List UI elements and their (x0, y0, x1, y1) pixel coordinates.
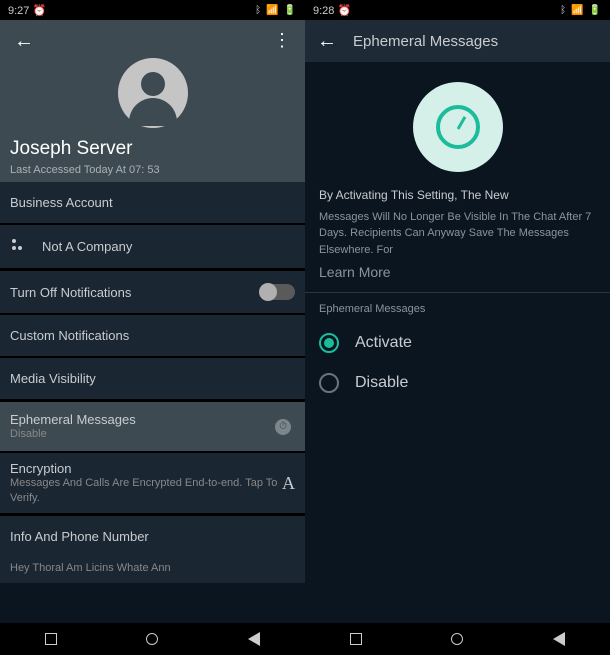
profile-header: ← ⋮ Joseph Server Last Accessed Today At… (0, 20, 305, 182)
profile-name: Joseph Server (0, 136, 143, 162)
battery-icon: 🔋 (284, 5, 297, 16)
notifications-toggle[interactable] (261, 284, 295, 300)
desc-body: Messages Will No Longer Be Visible In Th… (305, 209, 610, 263)
bluetooth-icon: ᛒ (560, 5, 567, 16)
status-left: 9:28 ⏰ (313, 4, 351, 17)
business-account-label: Business Account (0, 182, 305, 223)
alarm-icon: ⏰ (32, 5, 46, 17)
nav-back-button[interactable] (248, 632, 260, 646)
ephemeral-title: Ephemeral Messages (10, 412, 295, 427)
nav-back-button[interactable] (553, 632, 565, 646)
signal-icon: 📶 (266, 5, 279, 16)
status-right: ᛒ 📶 🔋 (560, 5, 602, 16)
bluetooth-icon: ᛒ (255, 5, 262, 16)
timer-icon: ⏱ (275, 419, 291, 435)
learn-more-link[interactable]: Learn More (305, 262, 610, 292)
media-visibility-row[interactable]: Media Visibility (0, 358, 305, 399)
nav-recent-button[interactable] (45, 633, 57, 645)
ephemeral-settings-screen: 9:28 ⏰ ᛒ 📶 🔋 ← Ephemeral Messages By Act… (305, 0, 610, 655)
radio-disable-label: Disable (355, 374, 408, 392)
desc-header: By Activating This Setting, The New (319, 188, 509, 202)
avatar-icon[interactable] (118, 58, 188, 128)
custom-notifications-row[interactable]: Custom Notifications (0, 315, 305, 356)
radio-activate[interactable]: Activate (305, 323, 610, 363)
turn-off-notifications-row[interactable]: Turn Off Notifications (0, 271, 305, 313)
lock-icon: A (282, 473, 295, 494)
encryption-title: Encryption (10, 461, 282, 476)
status-time: 9:27 (8, 5, 29, 17)
encryption-sub: Messages And Calls Are Encrypted End-to-… (10, 476, 282, 505)
battery-icon: 🔋 (589, 5, 602, 16)
back-button[interactable]: ← (317, 30, 337, 53)
status-bar: 9:27 ⏰ ᛒ 📶 🔋 (0, 0, 305, 20)
status-right: ᛒ 📶 🔋 (255, 5, 297, 16)
description-block: By Activating This Setting, The New Mess… (305, 186, 610, 292)
nav-recent-button[interactable] (350, 633, 362, 645)
page-title: Ephemeral Messages (353, 33, 498, 50)
nav-bar (305, 623, 610, 655)
nav-home-button[interactable] (146, 633, 158, 645)
info-phone-label: Info And Phone Number (0, 516, 305, 557)
status-bar: 9:28 ⏰ ᛒ 📶 🔋 (305, 0, 610, 20)
encryption-row[interactable]: Encryption Messages And Calls Are Encryp… (0, 453, 305, 513)
radio-section-label: Ephemeral Messages (305, 293, 610, 323)
radio-icon-unselected (319, 373, 339, 393)
ephemeral-messages-row[interactable]: Ephemeral Messages Disable ⏱ (0, 402, 305, 451)
signal-icon: 📶 (571, 5, 584, 16)
not-company-text: Not A Company (42, 239, 132, 254)
not-company-row[interactable]: Not A Company (0, 225, 305, 268)
radio-activate-label: Activate (355, 334, 412, 352)
timer-circle-icon (413, 82, 503, 172)
company-icon (10, 238, 34, 255)
last-accessed: Last Accessed Today At 07: 53 (0, 162, 170, 178)
contact-info-screen: 9:27 ⏰ ᛒ 📶 🔋 ← ⋮ Joseph Server Last Acce… (0, 0, 305, 655)
status-left: 9:27 ⏰ (8, 4, 46, 17)
timer-illustration (305, 62, 610, 186)
nav-bar (0, 623, 305, 655)
media-visibility-label: Media Visibility (10, 371, 96, 386)
header-bar: ← Ephemeral Messages (305, 20, 610, 62)
about-row[interactable]: Hey Thoral Am Licins Whate Ann (0, 557, 305, 583)
alarm-icon: ⏰ (337, 5, 351, 17)
ephemeral-status: Disable (10, 427, 295, 441)
radio-icon-selected (319, 333, 339, 353)
about-text: Hey Thoral Am Licins Whate Ann (10, 561, 171, 575)
status-time: 9:28 (313, 5, 334, 17)
nav-home-button[interactable] (451, 633, 463, 645)
turn-off-notif-label: Turn Off Notifications (10, 285, 261, 300)
menu-button[interactable]: ⋮ (273, 30, 291, 53)
custom-notif-label: Custom Notifications (10, 328, 129, 343)
radio-disable[interactable]: Disable (305, 363, 610, 403)
back-button[interactable]: ← (14, 30, 34, 53)
